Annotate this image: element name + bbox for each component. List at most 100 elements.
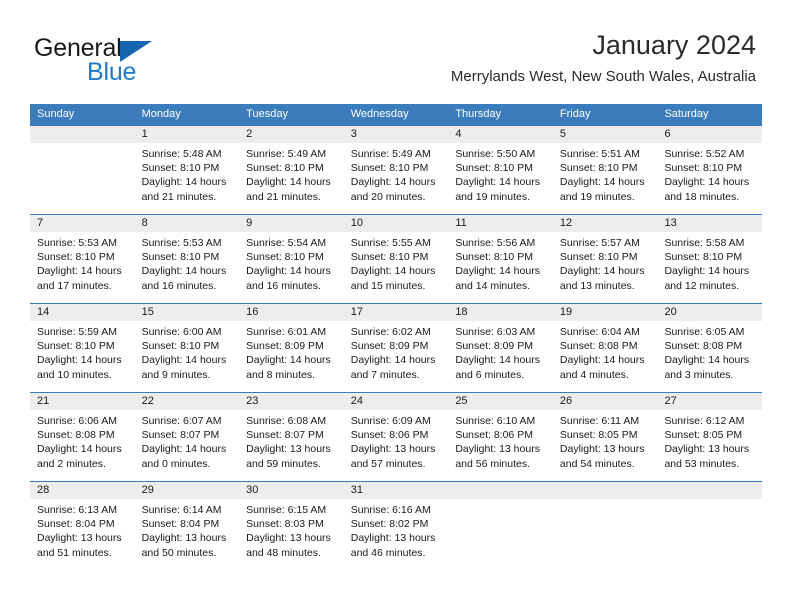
daylight-text-line2: and 14 minutes. (455, 279, 531, 292)
day-number: 12 (552, 215, 658, 232)
sunrise-text: Sunrise: 6:13 AM (37, 504, 117, 516)
day-cell[interactable]: 14 Sunrise: 5:59 AM Sunset: 8:10 PM Dayl… (30, 304, 135, 392)
day-cell[interactable] (448, 482, 553, 570)
day-info: Sunrise: 5:56 AM Sunset: 8:10 PM Dayligh… (448, 232, 553, 293)
day-cell[interactable]: 25 Sunrise: 6:10 AM Sunset: 8:06 PM Dayl… (448, 393, 553, 481)
day-cell[interactable]: 6 Sunrise: 5:52 AM Sunset: 8:10 PM Dayli… (657, 126, 763, 214)
day-info: Sunrise: 5:58 AM Sunset: 8:10 PM Dayligh… (657, 232, 762, 293)
daylight-text-line2: and 57 minutes. (350, 457, 426, 470)
day-info: Sunrise: 5:52 AM Sunset: 8:10 PM Dayligh… (657, 143, 762, 204)
day-cell[interactable]: 27 Sunrise: 6:12 AM Sunset: 8:05 PM Dayl… (657, 393, 763, 481)
daylight-text-line2: and 6 minutes. (455, 368, 525, 381)
sunrise-text: Sunrise: 6:09 AM (350, 415, 431, 427)
sunrise-text: Sunrise: 6:08 AM (246, 415, 327, 427)
daylight-text-line1: Daylight: 14 hours (350, 354, 436, 367)
day-number: 5 (552, 126, 658, 143)
day-cell[interactable] (657, 482, 763, 570)
daylight-text-line1: Daylight: 13 hours (559, 443, 645, 456)
sunset-text: Sunset: 8:08 PM (664, 340, 743, 353)
week-row: 28 Sunrise: 6:13 AM Sunset: 8:04 PM Dayl… (30, 481, 763, 570)
daylight-text-line1: Daylight: 14 hours (141, 176, 227, 189)
sunset-text: Sunset: 8:08 PM (559, 340, 638, 353)
day-info: Sunrise: 6:13 AM Sunset: 8:04 PM Dayligh… (30, 499, 135, 560)
day-cell[interactable]: 30 Sunrise: 6:15 AM Sunset: 8:03 PM Dayl… (239, 482, 344, 570)
day-cell[interactable]: 5 Sunrise: 5:51 AM Sunset: 8:10 PM Dayli… (552, 126, 658, 214)
day-cell[interactable]: 26 Sunrise: 6:11 AM Sunset: 8:05 PM Dayl… (552, 393, 658, 481)
daylight-text-line2: and 7 minutes. (350, 368, 420, 381)
sunrise-text: Sunrise: 6:01 AM (246, 326, 327, 338)
sunset-text: Sunset: 8:07 PM (246, 429, 324, 442)
day-cell[interactable]: 23 Sunrise: 6:08 AM Sunset: 8:07 PM Dayl… (239, 393, 344, 481)
day-number: 10 (343, 215, 449, 232)
daylight-text-line2: and 56 minutes. (455, 457, 531, 470)
day-cell[interactable]: 7 Sunrise: 5:53 AM Sunset: 8:10 PM Dayli… (30, 215, 135, 303)
day-info: Sunrise: 5:53 AM Sunset: 8:10 PM Dayligh… (135, 232, 240, 293)
sunrise-text: Sunrise: 5:59 AM (37, 326, 117, 338)
day-number: 8 (134, 215, 240, 232)
sunset-text: Sunset: 8:10 PM (350, 162, 429, 175)
daylight-text-line1: Daylight: 13 hours (664, 443, 750, 456)
day-cell[interactable]: 11 Sunrise: 5:56 AM Sunset: 8:10 PM Dayl… (448, 215, 553, 303)
daylight-text-line2: and 54 minutes. (559, 457, 635, 470)
brand-name-blue: Blue (87, 58, 137, 86)
day-cell[interactable]: 29 Sunrise: 6:14 AM Sunset: 8:04 PM Dayl… (134, 482, 240, 570)
sunset-text: Sunset: 8:10 PM (559, 162, 638, 175)
day-info (657, 499, 762, 503)
day-cell[interactable]: 19 Sunrise: 6:04 AM Sunset: 8:08 PM Dayl… (552, 304, 658, 392)
day-cell[interactable]: 4 Sunrise: 5:50 AM Sunset: 8:10 PM Dayli… (448, 126, 553, 214)
sunset-text: Sunset: 8:10 PM (141, 162, 220, 175)
day-cell[interactable]: 22 Sunrise: 6:07 AM Sunset: 8:07 PM Dayl… (134, 393, 240, 481)
daylight-text-line1: Daylight: 14 hours (664, 354, 750, 367)
daylight-text-line1: Daylight: 14 hours (455, 176, 540, 189)
daylight-text-line1: Daylight: 14 hours (141, 354, 227, 367)
daylight-text-line1: Daylight: 14 hours (559, 354, 645, 367)
sunrise-text: Sunrise: 5:53 AM (37, 237, 117, 249)
day-info: Sunrise: 6:14 AM Sunset: 8:04 PM Dayligh… (135, 499, 240, 560)
daylight-text-line2: and 15 minutes. (350, 279, 426, 292)
day-number: 15 (134, 304, 240, 321)
sunset-text: Sunset: 8:10 PM (664, 162, 743, 175)
day-cell[interactable]: 17 Sunrise: 6:02 AM Sunset: 8:09 PM Dayl… (343, 304, 449, 392)
daylight-text-line2: and 3 minutes. (664, 368, 734, 381)
day-info: Sunrise: 6:04 AM Sunset: 8:08 PM Dayligh… (553, 321, 658, 382)
day-cell[interactable]: 16 Sunrise: 6:01 AM Sunset: 8:09 PM Dayl… (239, 304, 344, 392)
day-cell[interactable]: 15 Sunrise: 6:00 AM Sunset: 8:10 PM Dayl… (134, 304, 240, 392)
day-info: Sunrise: 6:11 AM Sunset: 8:05 PM Dayligh… (553, 410, 658, 471)
day-info: Sunrise: 6:05 AM Sunset: 8:08 PM Dayligh… (657, 321, 762, 382)
day-cell[interactable]: 2 Sunrise: 5:49 AM Sunset: 8:10 PM Dayli… (239, 126, 344, 214)
day-cell[interactable]: 28 Sunrise: 6:13 AM Sunset: 8:04 PM Dayl… (30, 482, 135, 570)
sunset-text: Sunset: 8:10 PM (455, 251, 533, 264)
daylight-text-line1: Daylight: 14 hours (350, 265, 436, 278)
day-number: 22 (134, 393, 240, 410)
day-cell[interactable]: 10 Sunrise: 5:55 AM Sunset: 8:10 PM Dayl… (343, 215, 449, 303)
sunset-text: Sunset: 8:07 PM (141, 429, 220, 442)
day-number: 4 (448, 126, 553, 143)
daylight-text-line1: Daylight: 14 hours (246, 265, 331, 278)
sunset-text: Sunset: 8:05 PM (664, 429, 743, 442)
day-cell[interactable]: 24 Sunrise: 6:09 AM Sunset: 8:06 PM Dayl… (343, 393, 449, 481)
day-info: Sunrise: 6:09 AM Sunset: 8:06 PM Dayligh… (344, 410, 449, 471)
day-number (448, 482, 553, 499)
day-number: 16 (239, 304, 344, 321)
brand-logo[interactable]: General Blue (34, 34, 214, 86)
day-cell[interactable] (30, 126, 135, 214)
day-info: Sunrise: 6:00 AM Sunset: 8:10 PM Dayligh… (135, 321, 240, 382)
day-cell[interactable]: 12 Sunrise: 5:57 AM Sunset: 8:10 PM Dayl… (552, 215, 658, 303)
day-cell[interactable] (552, 482, 658, 570)
day-cell[interactable]: 21 Sunrise: 6:06 AM Sunset: 8:08 PM Dayl… (30, 393, 135, 481)
day-number: 6 (657, 126, 763, 143)
day-cell[interactable]: 31 Sunrise: 6:16 AM Sunset: 8:02 PM Dayl… (343, 482, 449, 570)
day-number: 28 (30, 482, 135, 499)
day-number: 9 (239, 215, 344, 232)
day-cell[interactable]: 1 Sunrise: 5:48 AM Sunset: 8:10 PM Dayli… (134, 126, 240, 214)
sunrise-text: Sunrise: 5:57 AM (559, 237, 640, 249)
daylight-text-line1: Daylight: 13 hours (37, 532, 122, 545)
day-cell[interactable]: 13 Sunrise: 5:58 AM Sunset: 8:10 PM Dayl… (657, 215, 763, 303)
day-cell[interactable]: 8 Sunrise: 5:53 AM Sunset: 8:10 PM Dayli… (134, 215, 240, 303)
day-cell[interactable]: 20 Sunrise: 6:05 AM Sunset: 8:08 PM Dayl… (657, 304, 763, 392)
day-cell[interactable]: 9 Sunrise: 5:54 AM Sunset: 8:10 PM Dayli… (239, 215, 344, 303)
day-cell[interactable]: 18 Sunrise: 6:03 AM Sunset: 8:09 PM Dayl… (448, 304, 553, 392)
daylight-text-line1: Daylight: 13 hours (141, 532, 227, 545)
daylight-text-line2: and 12 minutes. (664, 279, 740, 292)
day-cell[interactable]: 3 Sunrise: 5:49 AM Sunset: 8:10 PM Dayli… (343, 126, 449, 214)
